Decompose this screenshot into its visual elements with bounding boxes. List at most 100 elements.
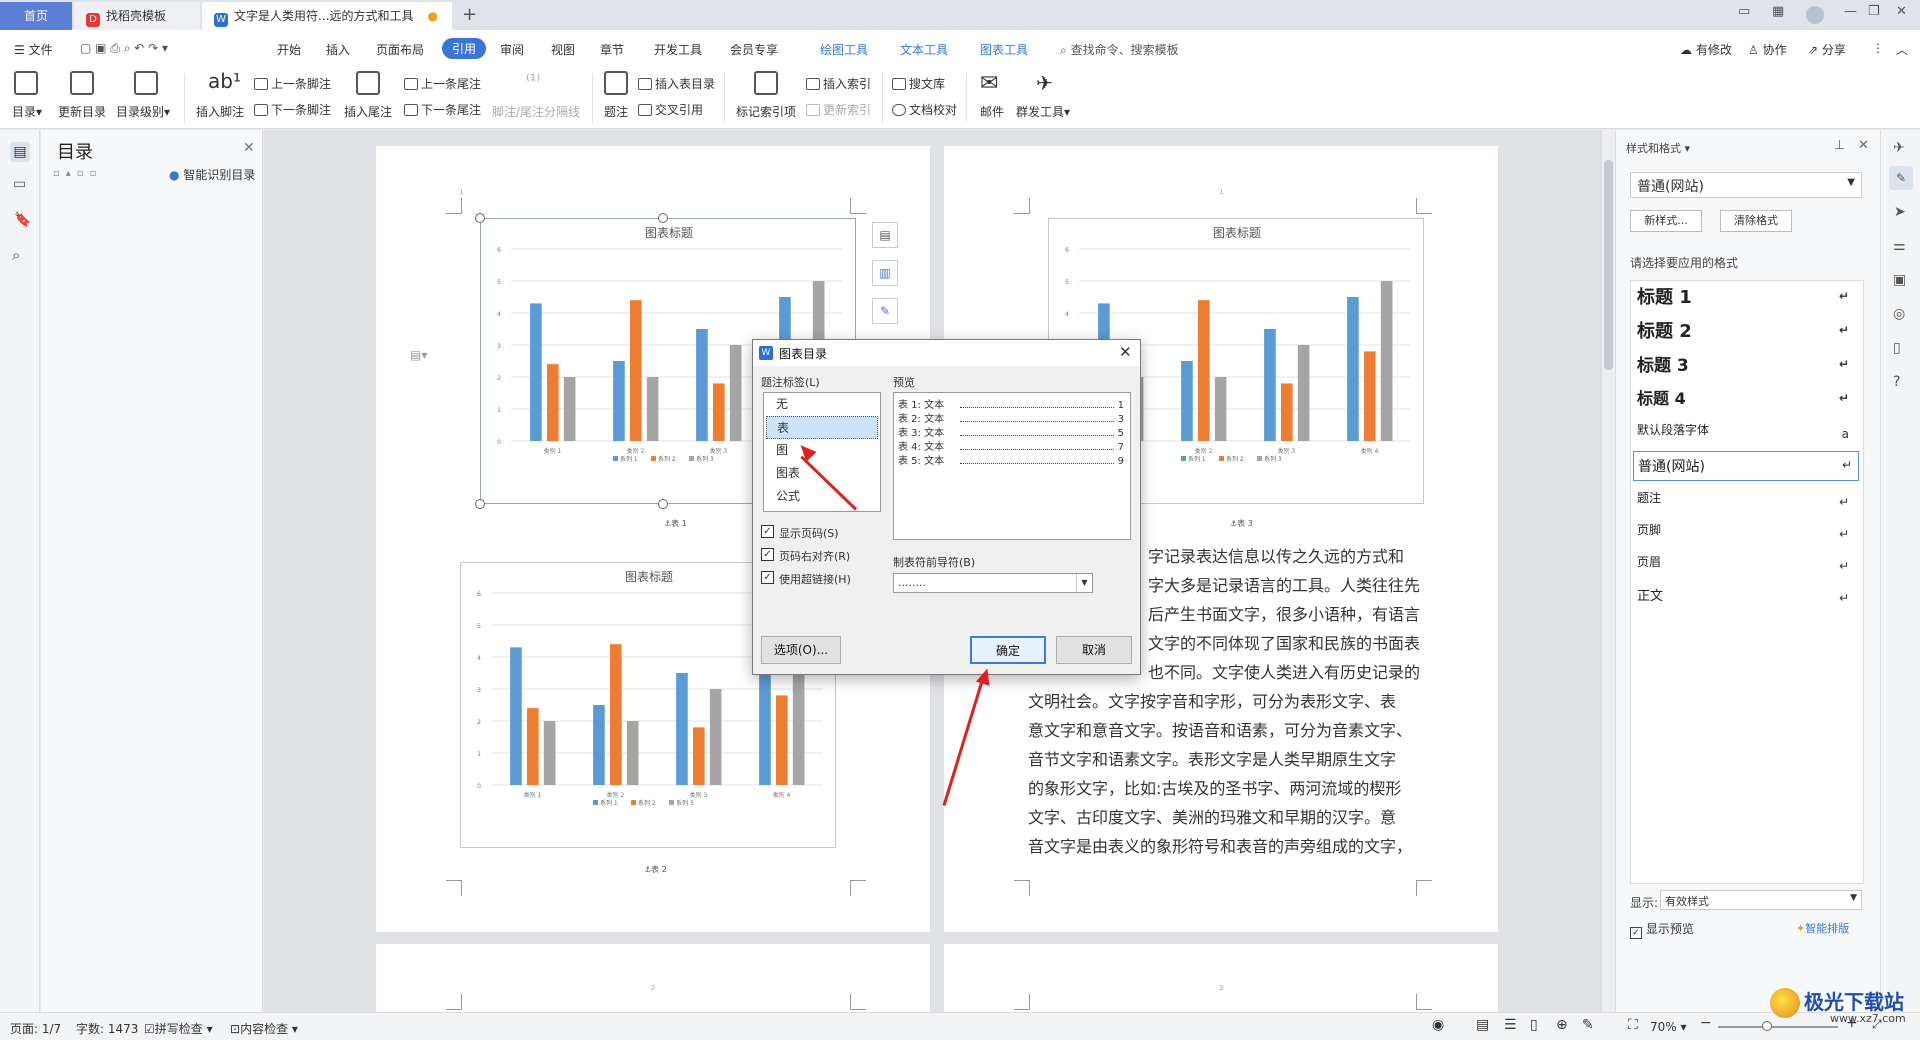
zoom-level[interactable]: 70% ▾	[1650, 1020, 1687, 1034]
toc-nav-icon[interactable]: ▤	[10, 142, 30, 162]
bookmark-icon[interactable]: 🔖	[14, 212, 31, 228]
leader-select[interactable]: ........ ▼	[893, 573, 1093, 593]
word-count[interactable]: 字数: 1473	[76, 1020, 138, 1037]
resize-handle[interactable]	[658, 213, 668, 223]
help-icon[interactable]: ?	[1893, 374, 1900, 390]
list-item[interactable]: 无	[766, 393, 878, 416]
tab-home[interactable]: 首页	[0, 2, 72, 30]
cross-ref-button[interactable]: 交叉引用	[638, 101, 703, 118]
style-caption[interactable]: 题注 ↵	[1637, 489, 1855, 519]
toc-button[interactable]: 目录▾	[12, 103, 42, 120]
tab-template[interactable]: D 找稻壳模板	[74, 2, 200, 30]
style-heading-4[interactable]: 标题 4 ↵	[1637, 385, 1855, 415]
menu-layout[interactable]: 页面布局	[376, 41, 424, 58]
restore-button[interactable]: ❐	[1868, 4, 1880, 19]
ok-button[interactable]: 确定	[970, 636, 1046, 664]
view-page-icon[interactable]: ▤	[1476, 1017, 1489, 1033]
insert-footnote-button[interactable]: 插入脚注	[196, 103, 244, 120]
fit-page-icon[interactable]: ⛶	[1628, 1017, 1638, 1033]
clear-format-button[interactable]: 清除格式	[1720, 210, 1792, 232]
menu-references[interactable]: 引用	[442, 38, 487, 59]
layout-icon[interactable]: ▭	[1738, 4, 1750, 19]
style-heading-2[interactable]: 标题 2 ↵	[1637, 317, 1855, 347]
update-index-button[interactable]: 更新索引	[806, 101, 871, 118]
chart-elements-icon[interactable]: ▥	[872, 260, 898, 286]
file-menu[interactable]: ☰ 文件	[14, 41, 53, 58]
menu-review[interactable]: 审阅	[500, 41, 524, 58]
dialog-titlebar[interactable]: W 图表目录 ✕	[753, 340, 1140, 366]
chart-layout-icon[interactable]: ▤	[872, 222, 898, 248]
menu-dev-tools[interactable]: 开发工具	[654, 41, 702, 58]
insert-table-toc-button[interactable]: 插入表目录	[638, 75, 715, 92]
apps-grid-icon[interactable]: ▦	[1772, 4, 1784, 19]
image-icon[interactable]: ▣	[1893, 272, 1906, 288]
menu-start[interactable]: 开始	[277, 41, 301, 58]
select-cursor-icon[interactable]: ➤	[1894, 204, 1906, 220]
doc-check-button[interactable]: 文档校对	[892, 101, 957, 118]
view-read-icon[interactable]: ▯	[1530, 1017, 1538, 1033]
resize-handle[interactable]	[475, 499, 485, 509]
close-icon[interactable]: ✕	[243, 140, 255, 156]
menu-insert[interactable]: 插入	[326, 41, 350, 58]
style-pane-scroll[interactable]	[1600, 150, 1618, 850]
collab-button[interactable]: ♙ 协作	[1748, 41, 1787, 58]
show-preview-checkbox[interactable]: ✓ 显示预览	[1630, 920, 1694, 939]
footnote-separator-button[interactable]: 脚注/尾注分隔线	[492, 103, 580, 120]
web-view-icon[interactable]: ⊕	[1556, 1017, 1568, 1033]
style-default-font[interactable]: 默认段落字体 a	[1637, 421, 1855, 451]
mass-tool-button[interactable]: 群发工具▾	[1016, 103, 1070, 120]
resize-handle[interactable]	[658, 499, 668, 509]
dialog-close-icon[interactable]: ✕	[1119, 343, 1132, 361]
menu-drawing-tools[interactable]: 绘图工具	[820, 41, 868, 58]
menu-chapter[interactable]: 章节	[600, 41, 624, 58]
smart-toc-button[interactable]: ● 智能识别目录	[169, 166, 255, 183]
caption-label-list[interactable]: 无 表 图 图表 公式	[763, 392, 881, 512]
settings-slider-icon[interactable]: ⚌	[1893, 238, 1906, 254]
close-window-button[interactable]: ✕	[1896, 4, 1907, 19]
close-icon[interactable]: ✕	[1858, 138, 1869, 153]
insert-index-button[interactable]: 插入索引	[806, 75, 871, 92]
style-header[interactable]: 页眉 ↵	[1637, 553, 1855, 583]
new-tab-button[interactable]: +	[462, 4, 477, 25]
search-library-button[interactable]: 搜文库	[892, 75, 945, 92]
theme-icon[interactable]: ✈	[1893, 140, 1905, 156]
update-toc-button[interactable]: 更新目录	[58, 103, 106, 120]
menu-view[interactable]: 视图	[551, 41, 575, 58]
command-search[interactable]: ⌕ 查找命令、搜索模板	[1060, 41, 1179, 58]
cancel-button[interactable]: 取消	[1056, 636, 1132, 664]
toc-level-button[interactable]: 目录级别▾	[116, 103, 170, 120]
list-item-selected[interactable]: 表	[766, 416, 878, 439]
write-mode-icon[interactable]: ✎	[1582, 1017, 1594, 1033]
mail-button[interactable]: 邮件	[980, 103, 1004, 120]
chart-style-brush-icon[interactable]: ✎	[872, 298, 898, 324]
page-indicator[interactable]: 页面: 1/7	[10, 1020, 61, 1037]
prev-footnote-button[interactable]: 上一条脚注	[254, 75, 331, 92]
style-heading-1[interactable]: 标题 1 ↵	[1637, 283, 1855, 313]
share-button[interactable]: ⇗ 分享	[1808, 41, 1846, 58]
more-icon[interactable]: ⋮	[1872, 41, 1884, 55]
view-outline-icon[interactable]: ☰	[1504, 1017, 1517, 1033]
style-pen-icon[interactable]: ✎	[1889, 166, 1913, 190]
eye-protection-icon[interactable]: ◉	[1432, 1017, 1444, 1033]
chapter-nav-icon[interactable]: ▭	[13, 176, 26, 192]
options-button[interactable]: 选项(O)...	[761, 636, 841, 664]
mark-index-button[interactable]: 标记索引项	[736, 103, 796, 120]
current-style-select[interactable]: 普通(网站) ▼	[1630, 172, 1862, 198]
prev-endnote-button[interactable]: 上一条尾注	[404, 75, 481, 92]
insert-endnote-button[interactable]: 插入尾注	[344, 103, 392, 120]
spell-check-toggle[interactable]: ☑拼写检查 ▾	[144, 1020, 213, 1037]
minimize-button[interactable]: —	[1844, 4, 1857, 19]
new-style-button[interactable]: 新样式...	[1630, 210, 1702, 232]
quick-access-icons[interactable]: ▢ ▣ ⎙ ⌕ ↶ ↷ ▾	[80, 41, 168, 56]
style-body-text[interactable]: 正文 ↵	[1637, 585, 1855, 615]
smart-layout-button[interactable]: ✦智能排版	[1796, 920, 1849, 936]
next-endnote-button[interactable]: 下一条尾注	[404, 101, 481, 118]
next-footnote-button[interactable]: 下一条脚注	[254, 101, 331, 118]
modified-button[interactable]: ☁ 有修改	[1680, 41, 1732, 58]
menu-chart-tools[interactable]: 图表工具	[980, 41, 1028, 58]
list-item[interactable]: 公式	[766, 485, 878, 508]
list-item[interactable]: 图	[766, 439, 878, 462]
pin-icon[interactable]: ⊥	[1834, 138, 1845, 153]
avatar[interactable]	[1806, 6, 1824, 24]
caption-button[interactable]: 题注	[604, 103, 628, 120]
